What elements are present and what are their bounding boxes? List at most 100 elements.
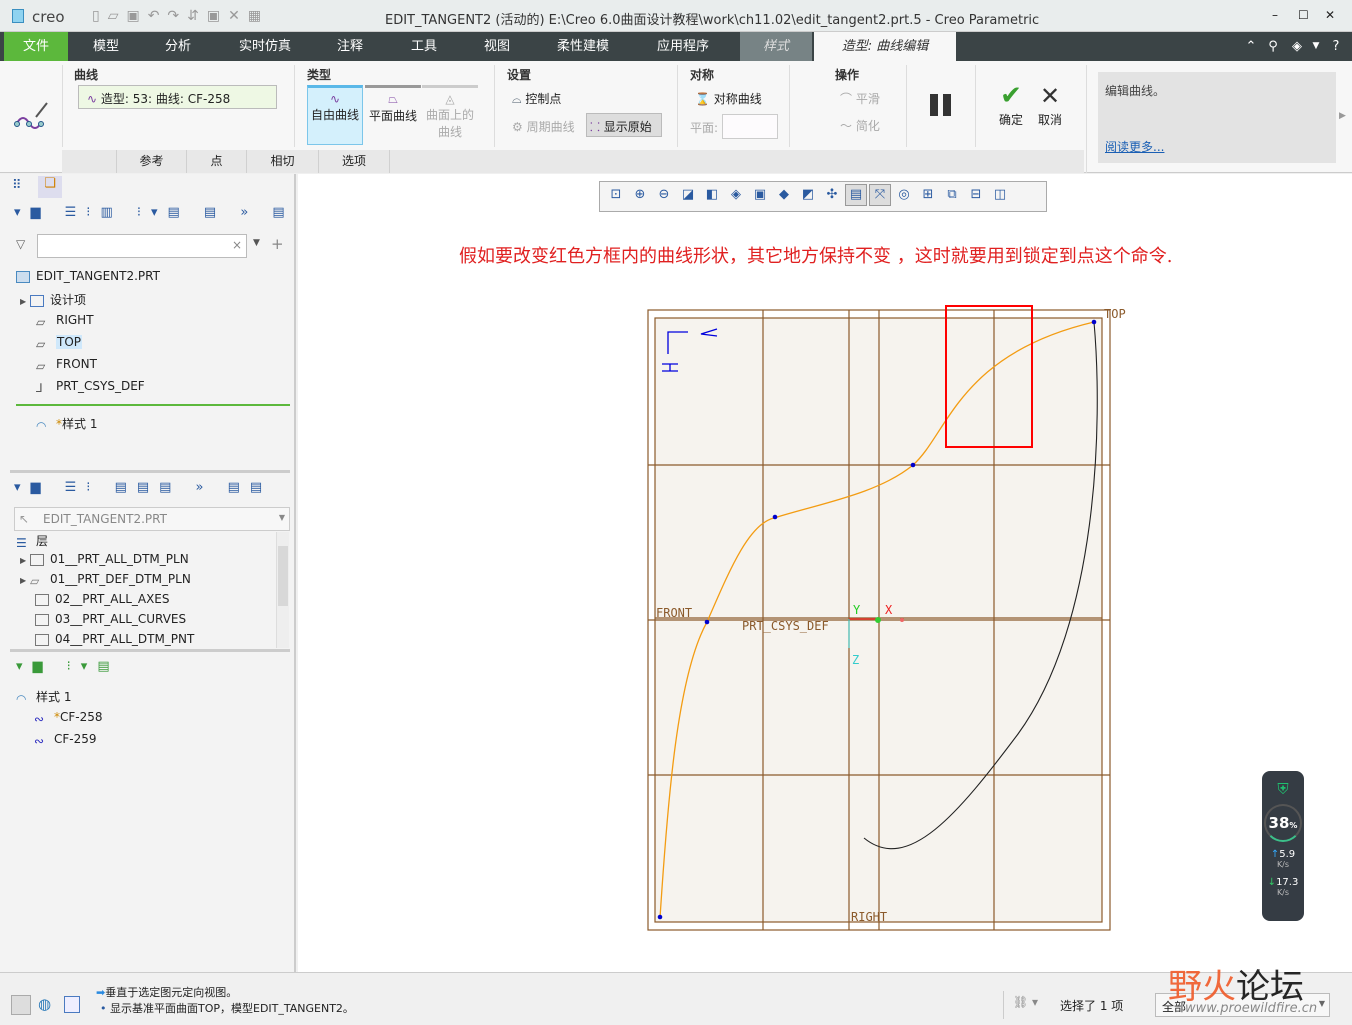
search-icon[interactable]: ⚲ [1266, 32, 1280, 61]
insert-indicator[interactable] [16, 404, 290, 406]
tab-curve-edit[interactable]: 造型: 曲线编辑 [814, 32, 956, 61]
curve-label: CF-259 [54, 732, 97, 746]
expand-arrow-icon[interactable]: ▶ [1339, 111, 1346, 121]
symmetric-curve-button[interactable]: ⌛ 对称曲线 [695, 90, 762, 107]
layer-item[interactable]: 02__PRT_ALL_AXES [35, 592, 170, 606]
graduation-cap-icon[interactable]: ◈ [1290, 32, 1304, 61]
layer-scrollbar[interactable] [276, 532, 289, 648]
datum-plane-icon: ▱ [36, 358, 46, 373]
model-tree-tab-icon[interactable]: ⠿ [12, 178, 22, 193]
collapse-ribbon-icon[interactable]: ⌃ [1244, 32, 1258, 61]
filter-dropdown-icon[interactable]: ▼ [253, 238, 260, 248]
smooth-button[interactable]: ⌒ 平滑 [840, 90, 880, 107]
browser-icon[interactable]: ◍ [38, 995, 51, 1013]
style-curve-item[interactable]: ∾ *CF-258 [34, 710, 103, 726]
cos-label-1: 曲面上的 [425, 108, 474, 122]
splitter[interactable] [10, 649, 290, 652]
x-axis-label: X [885, 603, 893, 617]
tab-tools[interactable]: 工具 [392, 32, 456, 61]
layer-item[interactable]: 04__PRT_ALL_DTM_PNT [35, 632, 194, 646]
layer-label: 01__PRT_ALL_DTM_PLN [49, 552, 189, 566]
model-view[interactable]: TOP FRONT RIGHT PRT_CSYS_DEF Y X Z [298, 174, 1352, 972]
simplify-button[interactable]: 〜 简化 [840, 117, 880, 134]
front-plane-label: FRONT [656, 606, 692, 620]
help-text: 编辑曲线。 [1105, 84, 1166, 98]
find-icon[interactable]: ⛓ ▾ [1013, 995, 1053, 1017]
window-title: EDIT_TANGENT2 (活动的) E:\Creo 6.0曲面设计教程\wo… [385, 13, 1040, 28]
curve-on-surface-button[interactable]: ◬ 曲面上的 曲线 [422, 85, 478, 145]
tab-flexible-modeling[interactable]: 柔性建模 [543, 32, 623, 61]
tree-item-front[interactable]: ▱ FRONT [36, 357, 97, 373]
read-more-link[interactable]: 阅读更多... [1105, 138, 1164, 155]
layer-model-select[interactable]: ↖ EDIT_TANGENT2.PRT ▼ [14, 507, 290, 531]
layer-item[interactable]: 03__PRT_ALL_CURVES [35, 612, 186, 626]
style-tree-toolbar[interactable]: ▾▆ ⁝▾▤ [16, 659, 120, 674]
tree-filter-input[interactable] [37, 234, 247, 258]
download-icon: ↓ [1267, 877, 1277, 888]
plane-input[interactable] [722, 114, 778, 139]
layer-tab-icon[interactable]: ❏ [38, 176, 62, 198]
tree-toolbar[interactable]: ▾▆ ☰⁝▥ ⁝▾▤ ▤ » ▤ [14, 205, 295, 220]
tree-item-csys[interactable]: ⅃ PRT_CSYS_DEF [36, 379, 145, 395]
style-tree-root[interactable]: ◠ 样式 1 [16, 688, 71, 706]
maximize-button[interactable]: ☐ [1298, 8, 1309, 22]
tab-analysis[interactable]: 分析 [146, 32, 210, 61]
subtab-references[interactable]: 参考 [116, 150, 186, 173]
tree-item-top[interactable]: ▱ TOP [36, 335, 83, 351]
subtab-points[interactable]: 点 [186, 150, 246, 173]
tree-item-label: RIGHT [56, 313, 94, 327]
tab-style[interactable]: 样式 [740, 32, 812, 61]
close-button[interactable]: ✕ [1325, 8, 1335, 22]
tab-annotate[interactable]: 注释 [318, 32, 382, 61]
pause-button[interactable] [930, 94, 952, 116]
layer-icon [35, 613, 49, 626]
control-points-button[interactable]: ⌓ 控制点 [512, 90, 561, 107]
layer-item[interactable]: ▶ ▱ 01__PRT_DEF_DTM_PLN [20, 572, 191, 588]
settings-group-label: 设置 [507, 68, 532, 82]
plane-label: 平面: [690, 121, 719, 135]
dropdown-icon[interactable]: ▼ [1310, 32, 1322, 61]
show-original-toggle[interactable]: ⸬ 显示原始 [586, 113, 662, 137]
help-icon[interactable]: ? [1330, 32, 1342, 61]
network-meter-widget[interactable]: ⛨ 38% ↑5.9 K/s ↓17.3 K/s [1262, 771, 1304, 921]
layer-item[interactable]: ▶ 01__PRT_ALL_DTM_PLN [20, 552, 189, 566]
fullscreen-icon[interactable] [64, 996, 80, 1013]
ok-button[interactable]: ✔ 确定 [995, 81, 1027, 128]
smooth-icon: ⌒ [840, 92, 853, 106]
tree-root[interactable]: EDIT_TANGENT2.PRT [16, 269, 160, 283]
symmetry-group-label: 对称 [690, 68, 715, 82]
tab-simulation[interactable]: 实时仿真 [225, 32, 305, 61]
planar-curve-button[interactable]: ⏢ 平面曲线 [365, 85, 421, 145]
tree-item-design-items[interactable]: ▶ 设计项 [20, 291, 86, 308]
menu-bar: 文件 模型 分析 实时仿真 注释 工具 视图 柔性建模 应用程序 样式 造型: … [0, 32, 1352, 61]
curve-collector[interactable]: ∿ 造型: 53: 曲线: CF-258 [78, 85, 277, 109]
layer-label: 04__PRT_ALL_DTM_PNT [55, 632, 195, 646]
splitter[interactable] [10, 470, 290, 473]
cancel-button[interactable]: ✕ 取消 [1035, 81, 1065, 128]
free-curve-button[interactable]: ∿ 自由曲线 [307, 85, 363, 145]
subtab-options[interactable]: 选项 [318, 150, 390, 173]
add-filter-icon[interactable]: + [271, 235, 284, 253]
subtab-tangency[interactable]: 相切 [246, 150, 318, 173]
tab-model[interactable]: 模型 [74, 32, 138, 61]
control-points-icon: ⌓ [512, 92, 522, 106]
quick-access-toolbar[interactable]: ▯▱▣↶↷⇵▣✕▦ [92, 8, 269, 24]
tab-view[interactable]: 视图 [465, 32, 529, 61]
clear-filter-icon[interactable]: × [232, 238, 242, 252]
graphics-window[interactable]: ⊡ ⊕ ⊖ ◪ ◧ ◈ ▣ ◆ ◩ ✣ ▤ ⤧ ◎ ⊞ ⧉ ⊟ ◫ 假如要改变红色方框内的曲线形状，其它地方保持… [298, 174, 1352, 972]
upload-icon: ↑ [1270, 849, 1280, 860]
tab-file[interactable]: 文件 [4, 32, 68, 61]
sub-tabs: 参考 点 相切 选项 [62, 150, 1084, 173]
tab-applications[interactable]: 应用程序 [643, 32, 723, 61]
tree-item-style[interactable]: ◠ *样式 1 [36, 415, 97, 433]
toggle-navigator-icon[interactable] [11, 995, 31, 1015]
filter-icon[interactable]: ▽ [16, 237, 25, 251]
periodic-curve-button[interactable]: ⚙ 周期曲线 [512, 118, 575, 135]
tree-item-right[interactable]: ▱ RIGHT [36, 313, 94, 329]
layer-header-label: 层 [36, 534, 49, 548]
layer-toolbar[interactable]: ▾▆ ☰⁝ ▤▤▤ » ▤▤ [14, 480, 272, 495]
operations-group-label: 操作 [835, 68, 860, 82]
minimize-button[interactable]: – [1272, 8, 1278, 22]
style-curve-item[interactable]: ∾ CF-259 [34, 732, 97, 748]
creo-logo-icon [12, 9, 24, 23]
